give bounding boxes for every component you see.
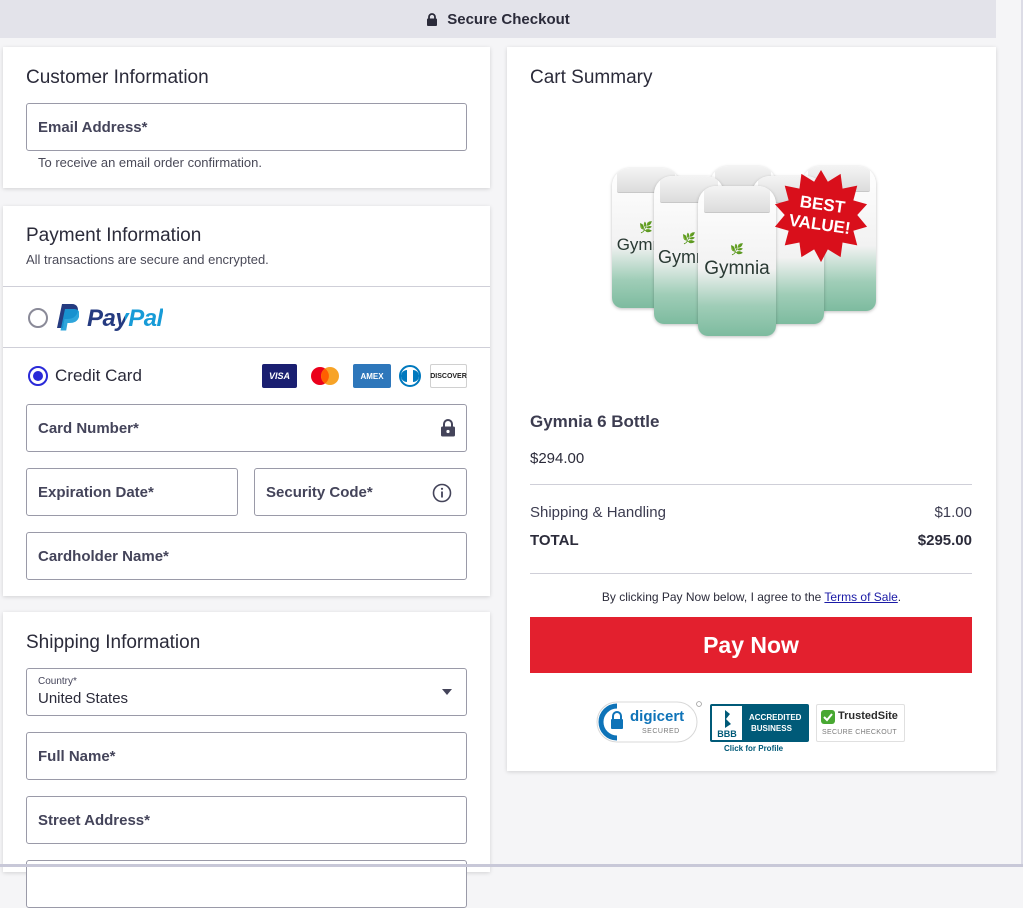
diners-club-icon xyxy=(396,364,424,388)
total-label: TOTAL xyxy=(530,532,579,549)
email-hint: To receive an email order confirmation. xyxy=(38,155,262,170)
trustedsite-sub: SECURE CHECKOUT xyxy=(822,729,897,736)
security-code-label: Security Code* xyxy=(266,484,373,501)
bbb-badge[interactable]: BBB ACCREDITED BUSINESS Click for Profil… xyxy=(710,704,809,756)
security-code-field[interactable]: Security Code* xyxy=(254,468,467,516)
payment-info-section: Payment Information All transactions are… xyxy=(3,206,490,596)
bbb-line2: BUSINESS xyxy=(751,724,792,733)
next-field[interactable] xyxy=(26,860,467,908)
best-value-badge: BEST VALUE! xyxy=(772,168,870,266)
full-name-field[interactable]: Full Name* xyxy=(26,732,467,780)
lock-icon xyxy=(426,13,438,26)
country-value: United States xyxy=(38,690,466,707)
shipping-info-section: Shipping Information Country* United Sta… xyxy=(3,612,490,872)
paypal-option[interactable]: PayPal xyxy=(3,287,490,347)
full-name-label: Full Name* xyxy=(38,748,116,765)
payment-info-title: Payment Information xyxy=(26,225,201,247)
cardholder-label: Cardholder Name* xyxy=(38,548,169,565)
digicert-sub: SECURED xyxy=(642,728,680,735)
credit-card-label[interactable]: Credit Card xyxy=(55,366,142,386)
terms-prefix: By clicking Pay Now below, I agree to th… xyxy=(602,590,825,604)
country-select[interactable]: Country* United States xyxy=(26,668,467,716)
payment-info-subtitle: All transactions are secure and encrypte… xyxy=(26,252,269,267)
shipping-info-title: Shipping Information xyxy=(26,632,200,654)
digicert-badge[interactable]: digicert SECURED xyxy=(596,702,702,742)
terms-suffix: . xyxy=(898,590,901,604)
street-address-field[interactable]: Street Address* xyxy=(26,796,467,844)
shipping-label: Shipping & Handling xyxy=(530,504,666,521)
divider xyxy=(530,484,972,485)
expiration-label: Expiration Date* xyxy=(38,484,154,501)
terms-agreement: By clicking Pay Now below, I agree to th… xyxy=(507,590,996,604)
email-label: Email Address* xyxy=(38,119,148,136)
info-icon[interactable] xyxy=(432,483,452,503)
total-value: $295.00 xyxy=(918,532,972,549)
bbb-profile-link[interactable]: Click for Profile xyxy=(724,744,783,753)
customer-info-title: Customer Information xyxy=(26,67,209,89)
mastercard-circles-icon xyxy=(305,364,345,388)
divider xyxy=(3,347,490,348)
street-address-label: Street Address* xyxy=(38,812,150,829)
paypal-text: PayPal xyxy=(87,305,163,332)
discover-text: DISCOVER xyxy=(430,373,467,380)
divider xyxy=(530,573,972,574)
trustedsite-badge[interactable]: TrustedSite SECURE CHECKOUT xyxy=(816,704,905,742)
country-label: Country* xyxy=(38,676,466,687)
paypal-logo-icon xyxy=(55,303,79,331)
card-number-field[interactable]: Card Number* xyxy=(26,404,467,452)
amex-icon: AMEX xyxy=(353,364,391,388)
cardholder-name-field[interactable]: Cardholder Name* xyxy=(26,532,467,580)
paypal-radio[interactable] xyxy=(28,308,48,328)
email-field[interactable]: Email Address* xyxy=(26,103,467,151)
card-number-label: Card Number* xyxy=(38,420,139,437)
shipping-value: $1.00 xyxy=(934,504,972,521)
check-icon xyxy=(821,710,835,724)
visa-text: VISA xyxy=(269,371,290,381)
bbb-logo-text: BBB xyxy=(717,729,737,739)
amex-text: AMEX xyxy=(360,372,383,381)
trustedsite-text: TrustedSite xyxy=(838,710,898,722)
expiration-date-field[interactable]: Expiration Date* xyxy=(26,468,238,516)
paypal-label: PayPal xyxy=(87,305,163,333)
terms-of-sale-link[interactable]: Terms of Sale xyxy=(824,590,897,604)
product-price: $294.00 xyxy=(530,450,584,467)
visa-icon: VISA xyxy=(262,364,297,388)
mastercard-icon xyxy=(305,364,345,388)
product-name: Gymnia 6 Bottle xyxy=(530,412,659,432)
digicert-text: digicert xyxy=(630,708,684,725)
discover-icon: DISCOVER xyxy=(430,364,467,388)
cart-summary-section: Cart Summary 🌿Gymnia 🌿Gymnia 🌿Gymnia BES… xyxy=(507,47,996,771)
customer-info-section: Customer Information Email Address* To r… xyxy=(3,47,490,188)
lock-icon xyxy=(440,418,456,438)
secure-checkout-header: Secure Checkout xyxy=(0,0,996,38)
product-image: 🌿Gymnia 🌿Gymnia 🌿Gymnia BEST VALUE! xyxy=(602,160,887,335)
cart-summary-title: Cart Summary xyxy=(530,67,652,89)
chevron-down-icon xyxy=(442,689,452,695)
credit-card-radio[interactable] xyxy=(28,366,48,386)
bbb-torch-icon: BBB xyxy=(712,706,742,740)
pay-now-button[interactable]: Pay Now xyxy=(530,617,972,673)
bbb-line1: ACCREDITED xyxy=(749,713,801,722)
header-title: Secure Checkout xyxy=(447,11,570,28)
bottle: 🌿Gymnia xyxy=(698,186,776,336)
diners-circle-icon xyxy=(396,364,424,388)
